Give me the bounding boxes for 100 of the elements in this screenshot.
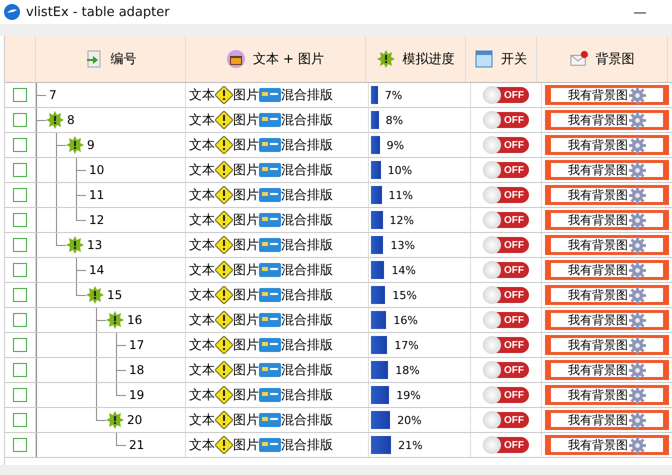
row-number: 16 [127, 313, 142, 327]
gear-icon [629, 262, 646, 278]
exclamation-badge-icon[interactable] [86, 286, 104, 304]
checkbox[interactable] [13, 138, 27, 152]
background-button[interactable]: 我有背景图 [545, 135, 669, 155]
row-number: 9 [87, 138, 95, 152]
background-button[interactable]: 我有背景图 [545, 85, 669, 105]
exclamation-badge-icon[interactable] [46, 111, 64, 129]
background-button[interactable]: 我有背景图 [545, 110, 669, 130]
toggle-switch[interactable]: OFF [483, 312, 529, 328]
warning-sign-icon [215, 361, 233, 379]
background-button[interactable]: 我有背景图 [545, 310, 669, 330]
checkbox[interactable] [13, 338, 27, 352]
checkbox[interactable] [13, 213, 27, 227]
window-title: vlistEx - table adapter [26, 4, 171, 20]
background-button[interactable]: 我有背景图 [545, 335, 669, 355]
mixed-text: 文本 [189, 337, 215, 354]
background-button[interactable]: 我有背景图 [545, 160, 669, 180]
button-label: 我有背景图 [568, 436, 628, 454]
toggle-switch[interactable]: OFF [483, 337, 529, 353]
mixed-text: 图片 [233, 287, 259, 304]
background-button[interactable]: 我有背景图 [545, 385, 669, 405]
checkbox[interactable] [13, 263, 27, 277]
background-button[interactable]: 我有背景图 [545, 210, 669, 230]
tree-connector [76, 183, 86, 207]
checkbox[interactable] [13, 188, 27, 202]
toggle-switch[interactable]: OFF [483, 412, 529, 428]
column-header[interactable]: 编号 [110, 50, 136, 68]
mixed-text: 文本 [189, 287, 215, 304]
gear-icon [629, 412, 646, 428]
toggle-switch[interactable]: OFF [483, 162, 529, 178]
column-header[interactable]: 背景图 [596, 50, 634, 68]
checkbox[interactable] [13, 238, 27, 252]
toggle-switch[interactable]: OFF [483, 187, 529, 203]
background-button[interactable]: 我有背景图 [545, 185, 669, 205]
mixed-text: 文本 [189, 137, 215, 154]
checkbox[interactable] [13, 88, 27, 102]
checkbox[interactable] [13, 438, 27, 452]
card-icon [259, 362, 281, 378]
background-button[interactable]: 我有背景图 [545, 235, 669, 255]
exclamation-badge-icon [376, 50, 394, 68]
checkbox[interactable] [13, 163, 27, 177]
row-number: 14 [89, 263, 104, 277]
background-button[interactable]: 我有背景图 [545, 260, 669, 280]
card-icon [259, 312, 281, 328]
checkbox[interactable] [13, 113, 27, 127]
mixed-text: 图片 [233, 337, 259, 354]
toggle-switch[interactable]: OFF [483, 212, 529, 228]
button-label: 我有背景图 [568, 312, 628, 328]
checkbox[interactable] [13, 288, 27, 302]
progress-reading: 11% [388, 188, 413, 202]
mixed-text: 混合排版 [281, 187, 333, 204]
toggle-switch[interactable]: OFF [483, 287, 529, 303]
mixed-text: 文本 [189, 412, 215, 429]
row-number: 10 [89, 163, 104, 177]
mixed-text: 图片 [233, 162, 259, 179]
toggle-switch[interactable]: OFF [483, 362, 529, 378]
gear-icon [629, 386, 646, 404]
button-label: 我有背景图 [568, 186, 628, 204]
checkbox[interactable] [13, 388, 27, 402]
toggle-switch[interactable]: OFF [483, 87, 529, 103]
background-button[interactable]: 我有背景图 [545, 410, 669, 430]
mixed-text: 混合排版 [281, 412, 333, 429]
progress-reading: 17% [394, 338, 419, 352]
card-icon [259, 262, 281, 278]
exclamation-badge-icon[interactable] [66, 236, 84, 254]
row-number: 15 [107, 288, 122, 302]
background-button[interactable]: 我有背景图 [545, 360, 669, 380]
mixed-text: 文本 [189, 162, 215, 179]
column-header[interactable]: 文本 + 图片 [252, 50, 324, 68]
button-label: 我有背景图 [568, 262, 628, 278]
row-number: 11 [89, 188, 104, 202]
toggle-switch[interactable]: OFF [483, 112, 529, 128]
window-icon [475, 50, 493, 68]
toggle-switch[interactable]: OFF [483, 237, 529, 253]
background-button[interactable]: 我有背景图 [545, 285, 669, 305]
mixed-text: 混合排版 [281, 337, 333, 354]
minimize-button[interactable]: — [630, 5, 650, 19]
mixed-text: 混合排版 [281, 112, 333, 129]
exclamation-badge-icon[interactable] [106, 411, 124, 429]
toggle-switch[interactable]: OFF [483, 437, 529, 453]
progress-reading: 13% [390, 238, 415, 252]
exclamation-badge-icon[interactable] [66, 136, 84, 154]
progress-reading: 15% [392, 288, 417, 302]
toggle-switch[interactable]: OFF [483, 387, 529, 403]
warning-sign-icon [215, 136, 233, 154]
column-header[interactable]: 模拟进度 [402, 50, 454, 68]
tree-connector [116, 333, 126, 357]
column-header[interactable]: 开关 [501, 50, 527, 68]
gear-icon [629, 236, 646, 254]
toggle-switch[interactable]: OFF [483, 137, 529, 153]
card-icon [259, 237, 281, 253]
checkbox[interactable] [13, 363, 27, 377]
progress-reading: 18% [395, 364, 420, 376]
checkbox[interactable] [13, 413, 27, 427]
toggle-switch[interactable]: OFF [483, 262, 529, 278]
exclamation-badge-icon[interactable] [106, 311, 124, 329]
checkbox[interactable] [13, 313, 27, 327]
gear-icon [629, 362, 646, 378]
background-button[interactable]: 我有背景图 [545, 435, 669, 455]
